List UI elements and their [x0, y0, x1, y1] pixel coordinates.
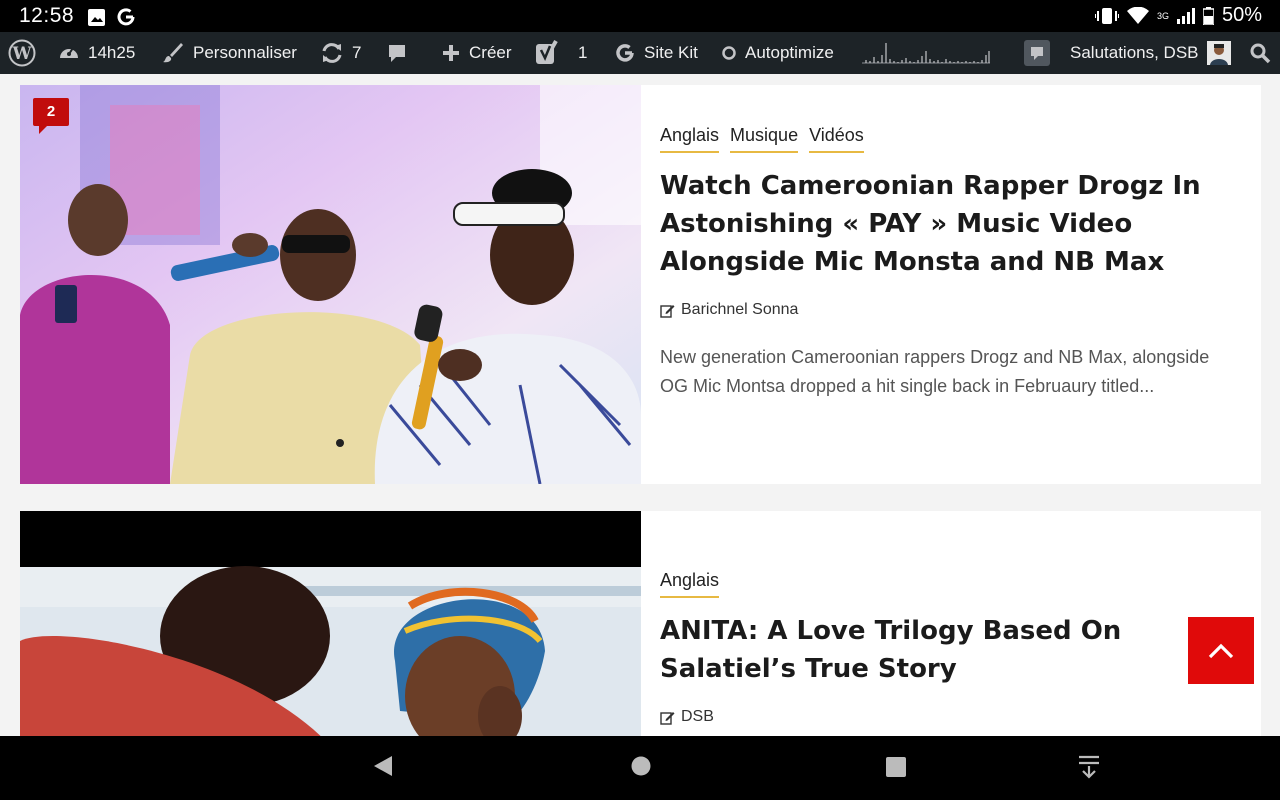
post-text: Anglais Musique Vidéos Watch Cameroonian… [660, 85, 1261, 401]
wp-admin-bar: W 14h25 Personnaliser 7 Créer 1 Site Kit… [0, 32, 1280, 74]
chevron-up-icon [1208, 643, 1234, 658]
customize-label: Personnaliser [193, 43, 297, 62]
android-nav-bar [0, 736, 1280, 800]
notification-shade-button[interactable] [1077, 754, 1101, 785]
stats-sparkline[interactable] [862, 32, 992, 74]
yoast-icon [536, 40, 558, 64]
signal-icon [1176, 7, 1195, 24]
post-thumbnail[interactable] [20, 511, 641, 736]
back-button[interactable] [372, 754, 394, 783]
concert-photo [20, 85, 641, 484]
author-name: DSB [681, 708, 714, 725]
pull-down-icon [1079, 755, 1099, 779]
dashboard-time[interactable]: 14h25 [58, 32, 135, 74]
gauge-icon [60, 47, 78, 58]
sparkline-icon [862, 43, 990, 64]
post-author[interactable]: DSB [660, 708, 1261, 726]
autoptimize-menu[interactable]: Autoptimize [721, 32, 834, 74]
status-time: 12:58 [19, 4, 75, 27]
wordpress-icon: W [8, 39, 36, 67]
post-author[interactable]: Barichnel Sonna [660, 301, 1261, 319]
sitekit-label: Site Kit [644, 43, 698, 62]
plus-icon [443, 45, 459, 61]
category-link[interactable]: Anglais [660, 125, 720, 153]
dashboard-time-label: 14h25 [88, 43, 136, 62]
google-g-status-icon [117, 8, 135, 26]
circle-icon [722, 46, 736, 60]
post-title[interactable]: ANITA: A Love Trilogy Based On Salatiel’… [660, 612, 1160, 688]
chat-bubble-icon [1024, 40, 1050, 66]
post-card: 2 Anglais Musique Vidéos Watch Camerooni… [20, 85, 1261, 484]
yoast-count: 1 [578, 43, 588, 62]
sitekit-menu[interactable]: Site Kit [614, 32, 698, 74]
network-type: 3G [1156, 10, 1169, 21]
film-still-photo [20, 511, 641, 736]
comments-link[interactable] [386, 32, 408, 74]
recents-square-icon [886, 757, 906, 777]
vibrate-icon [1094, 7, 1119, 24]
category-link[interactable]: Anglais [660, 570, 720, 598]
page-content: 2 Anglais Musique Vidéos Watch Camerooni… [0, 74, 1280, 736]
wifi-icon [1126, 6, 1149, 24]
status-notification-icons [88, 6, 137, 28]
category-link[interactable]: Musique [730, 125, 799, 153]
status-bar: 12:58 3G 50% [0, 0, 1280, 32]
updates-count: 7 [352, 43, 362, 62]
refresh-icon [322, 43, 342, 63]
autoptimize-label: Autoptimize [745, 43, 834, 62]
yoast-menu[interactable]: 1 [534, 32, 587, 74]
post-title[interactable]: Watch Cameroonian Rapper Drogz In Astoni… [660, 167, 1220, 281]
avatar [1206, 41, 1231, 65]
post-excerpt: New generation Cameroonian rappers Drogz… [660, 347, 1210, 396]
category-link[interactable]: Vidéos [809, 125, 864, 153]
customize-link[interactable]: Personnaliser [161, 32, 297, 74]
post-categories: Anglais [660, 570, 1261, 598]
wp-logo-menu[interactable]: W [8, 32, 36, 74]
edit-icon [660, 711, 675, 725]
google-g-icon [616, 44, 634, 62]
create-label: Créer [469, 43, 512, 62]
post-text: Anglais ANITA: A Love Trilogy Based On S… [660, 511, 1261, 726]
status-right: 3G 50% [1094, 4, 1262, 27]
post-categories: Anglais Musique Vidéos [660, 125, 1261, 153]
create-menu[interactable]: Créer [441, 32, 512, 74]
greeting-label: Salutations, DSB [1070, 43, 1199, 62]
post-card: Anglais ANITA: A Love Trilogy Based On S… [20, 511, 1261, 736]
search-icon [1250, 43, 1271, 64]
battery-icon [1202, 6, 1214, 25]
scroll-to-top-button[interactable] [1188, 617, 1254, 684]
home-circle-icon [631, 756, 651, 776]
notifications-button[interactable] [1024, 32, 1050, 74]
comment-icon [389, 45, 405, 62]
account-menu[interactable]: Salutations, DSB [1070, 32, 1231, 74]
comment-count-badge[interactable]: 2 [33, 98, 69, 134]
edit-icon [660, 304, 675, 318]
post-thumbnail[interactable]: 2 [20, 85, 641, 484]
brush-icon [163, 43, 183, 63]
battery-percent: 50% [1221, 4, 1262, 26]
back-triangle-icon [374, 756, 392, 776]
author-name: Barichnel Sonna [681, 301, 799, 318]
home-button[interactable] [629, 754, 653, 783]
svg-text:W: W [11, 44, 32, 64]
search-button[interactable] [1249, 32, 1271, 74]
recents-button[interactable] [885, 754, 907, 783]
gallery-icon [88, 8, 105, 26]
updates-link[interactable]: 7 [320, 32, 361, 74]
